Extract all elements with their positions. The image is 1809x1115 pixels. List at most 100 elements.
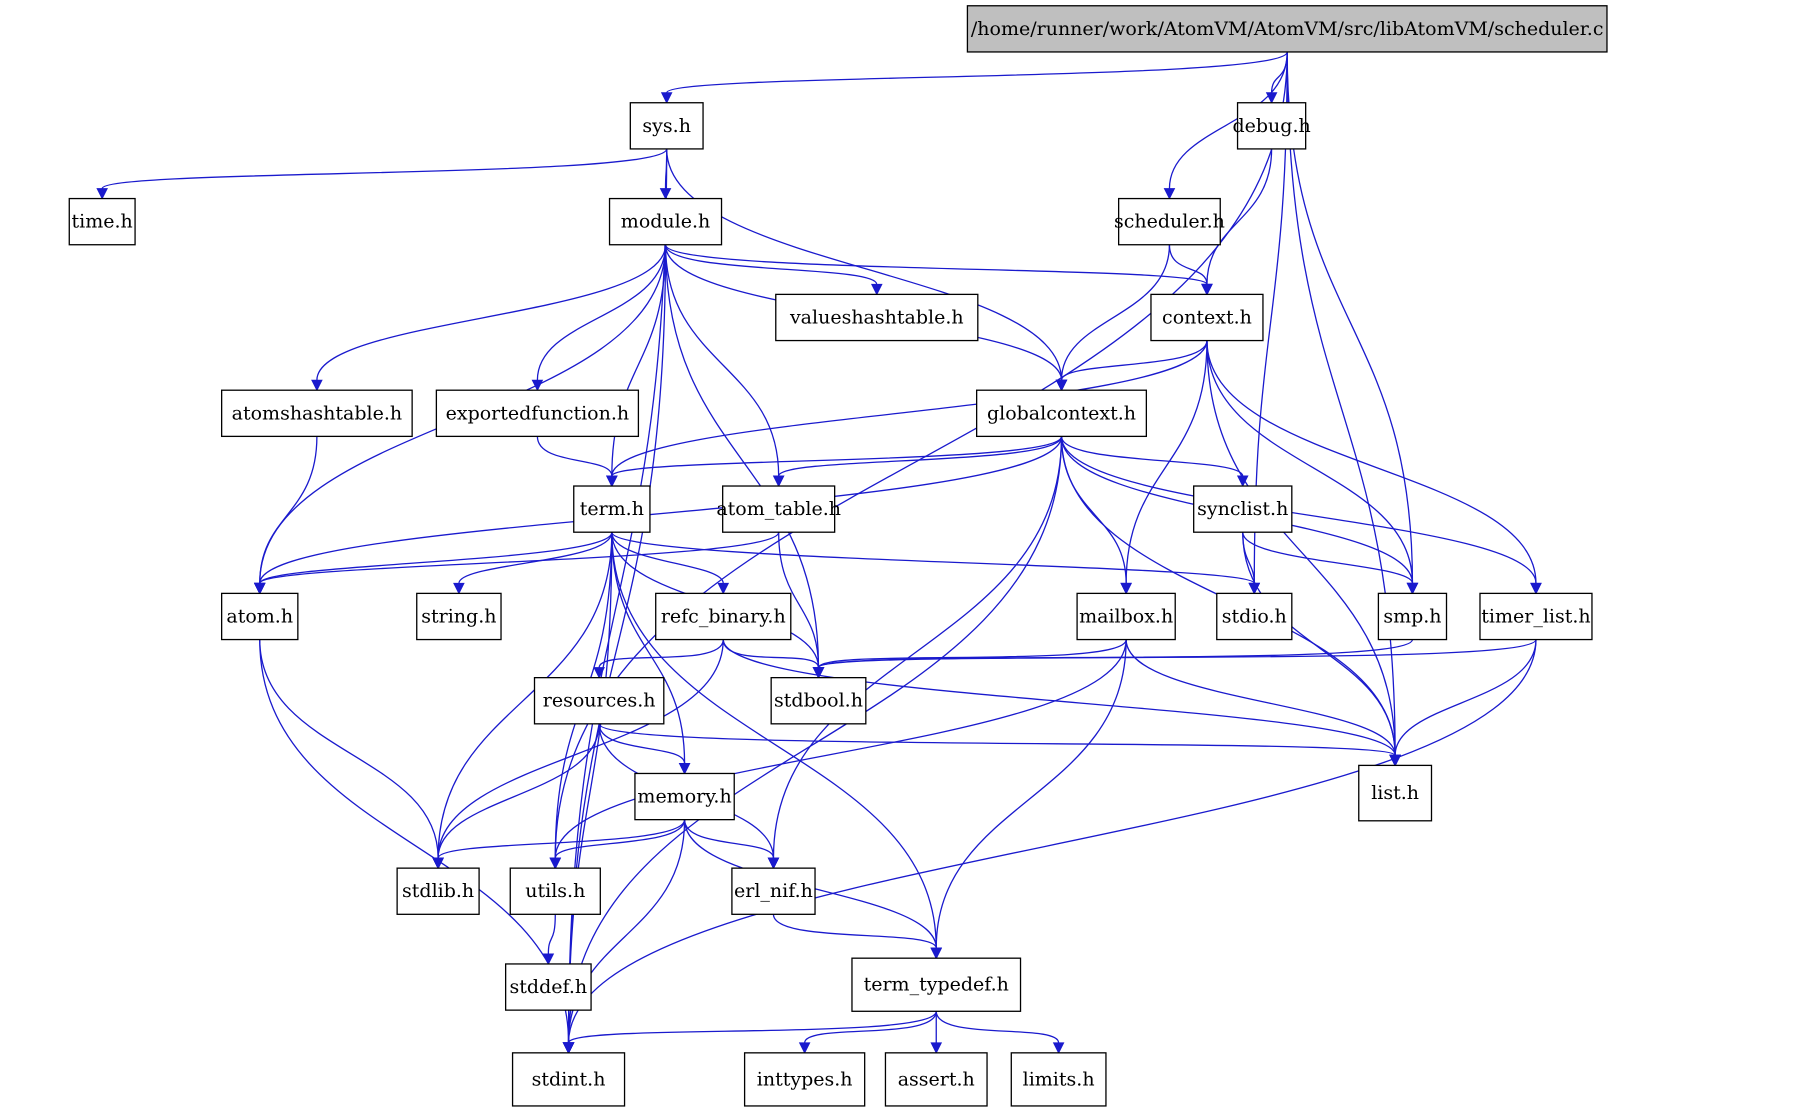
- edge-mailbox-to-utils: [549, 639, 1127, 870]
- node-term[interactable]: term.h: [573, 485, 651, 533]
- edge-line: [1242, 532, 1396, 756]
- node-label: timer_list.h: [1481, 605, 1590, 627]
- edge-globalcontext-to-term: [606, 436, 1063, 488]
- arrowhead-icon: [453, 582, 465, 595]
- edge-sys-to-time: [96, 148, 668, 200]
- node-stdbool[interactable]: stdbool.h: [770, 677, 867, 725]
- node-label: /home/runner/work/AtomVM/AtomVM/src/libA…: [971, 18, 1604, 40]
- node-label: stdbool.h: [774, 690, 863, 712]
- node-assert[interactable]: assert.h: [884, 1052, 988, 1107]
- node-term-typedef[interactable]: term_typedef.h: [851, 957, 1022, 1012]
- node-limits[interactable]: limits.h: [1010, 1052, 1107, 1107]
- node-refc-binary[interactable]: refc_binary.h: [655, 592, 792, 641]
- edge-term-typedef-to-stdint: [562, 1011, 937, 1054]
- node-globalcontext[interactable]: globalcontext.h: [976, 389, 1148, 438]
- arrowhead-icon: [1265, 92, 1278, 104]
- edge-line: [664, 244, 878, 285]
- node-label: globalcontext.h: [987, 402, 1136, 424]
- arrowhead-icon: [772, 475, 785, 488]
- edge-line: [611, 436, 1063, 477]
- edge-line: [101, 148, 668, 190]
- node-module[interactable]: module.h: [608, 197, 723, 246]
- node-synclist[interactable]: synclist.h: [1193, 485, 1293, 533]
- edge-globalcontext-to-atom: [253, 436, 1063, 595]
- edge-timer-list-to-stdbool: [812, 638, 1537, 679]
- node-resources[interactable]: resources.h: [533, 677, 665, 725]
- node-stdio[interactable]: stdio.h: [1216, 592, 1293, 641]
- arrowhead-icon: [678, 762, 691, 775]
- edge-line: [1125, 340, 1208, 584]
- node-label: term_typedef.h: [864, 974, 1009, 996]
- edge-sys-to-stdint: [562, 148, 668, 1054]
- edge-line: [935, 639, 1127, 949]
- arrowhead-icon: [1052, 1042, 1065, 1054]
- node-utils[interactable]: utils.h: [509, 867, 601, 915]
- edge-line: [1394, 639, 1537, 756]
- node-timer-list[interactable]: timer_list.h: [1479, 592, 1593, 641]
- edge-erl-nif-to-term-typedef: [772, 914, 943, 960]
- node-stdint[interactable]: stdint.h: [511, 1052, 626, 1107]
- node-root[interactable]: /home/runner/work/AtomVM/AtomVM/src/libA…: [966, 5, 1608, 53]
- edge-atomshashtable-to-atom: [253, 436, 318, 595]
- edge-root-to-sys: [660, 51, 1288, 104]
- node-label: stdlib.h: [402, 880, 474, 902]
- arrowhead-icon: [1163, 188, 1176, 200]
- node-label: mailbox.h: [1079, 605, 1173, 627]
- node-memory[interactable]: memory.h: [634, 772, 735, 821]
- edge-memory-to-utils: [549, 819, 686, 870]
- edge-term-typedef-to-inttypes: [798, 1011, 937, 1054]
- node-erl-nif[interactable]: erl_nif.h: [731, 867, 816, 915]
- node-valueshashtable[interactable]: valueshashtable.h: [775, 293, 979, 342]
- node-context[interactable]: context.h: [1150, 293, 1264, 342]
- edge-line: [611, 532, 686, 764]
- node-exportedfunction[interactable]: exportedfunction.h: [435, 389, 640, 438]
- node-inttypes[interactable]: inttypes.h: [743, 1052, 866, 1107]
- node-label: debug.h: [1232, 115, 1310, 137]
- node-time[interactable]: time.h: [68, 197, 136, 246]
- edge-line: [567, 1011, 937, 1044]
- edge-line: [567, 244, 667, 1043]
- arrowhead-icon: [1201, 283, 1213, 296]
- edge-context-to-globalcontext: [1055, 340, 1208, 392]
- node-debug[interactable]: debug.h: [1232, 102, 1311, 150]
- edge-line: [259, 639, 439, 859]
- edge-line: [554, 639, 1127, 859]
- edge-term-typedef-to-assert: [930, 1011, 943, 1054]
- node-sys[interactable]: sys.h: [629, 102, 704, 150]
- node-stddef[interactable]: stddef.h: [504, 963, 592, 1011]
- edge-line: [666, 51, 1288, 94]
- edge-sys-to-module: [659, 148, 672, 200]
- node-atom-table[interactable]: atom_table.h: [716, 485, 841, 533]
- node-label: valueshashtable.h: [789, 306, 964, 328]
- node-smp[interactable]: smp.h: [1377, 592, 1448, 641]
- node-label: stddef.h: [510, 976, 588, 998]
- node-atomshashtable[interactable]: atomshashtable.h: [221, 389, 413, 438]
- edge-context-to-smp: [1206, 340, 1419, 595]
- edge-module-to-atom-table: [664, 244, 785, 488]
- arrowhead-icon: [930, 1042, 943, 1054]
- node-scheduler[interactable]: scheduler.h: [1114, 197, 1225, 246]
- edge-memory-to-stdint: [562, 819, 686, 1054]
- edge-line: [817, 638, 1537, 669]
- edge-line: [1242, 532, 1414, 584]
- edge-line: [664, 244, 780, 477]
- arrowhead-icon: [767, 857, 780, 870]
- edge-root-to-list: [1286, 51, 1401, 767]
- edge-line: [1060, 436, 1127, 584]
- edge-line: [817, 639, 1127, 669]
- edge-memory-to-erl-nif: [683, 819, 780, 870]
- arrowhead-icon: [1120, 582, 1132, 595]
- node-stdlib[interactable]: stdlib.h: [396, 867, 480, 915]
- node-mailbox[interactable]: mailbox.h: [1076, 592, 1176, 641]
- node-atom[interactable]: atom.h: [221, 592, 299, 641]
- arrowhead-icon: [660, 92, 673, 104]
- arrowhead-icon: [562, 1042, 575, 1054]
- node-label: exportedfunction.h: [446, 402, 630, 424]
- node-string[interactable]: string.h: [416, 592, 502, 641]
- node-label: inttypes.h: [757, 1068, 853, 1090]
- node-list[interactable]: list.h: [1358, 764, 1433, 822]
- edge-synclist-to-list: [1242, 532, 1401, 767]
- edge-refc-binary-to-resources: [593, 639, 724, 679]
- edge-module-to-stdint: [562, 244, 667, 1054]
- arrowhead-icon: [311, 379, 323, 392]
